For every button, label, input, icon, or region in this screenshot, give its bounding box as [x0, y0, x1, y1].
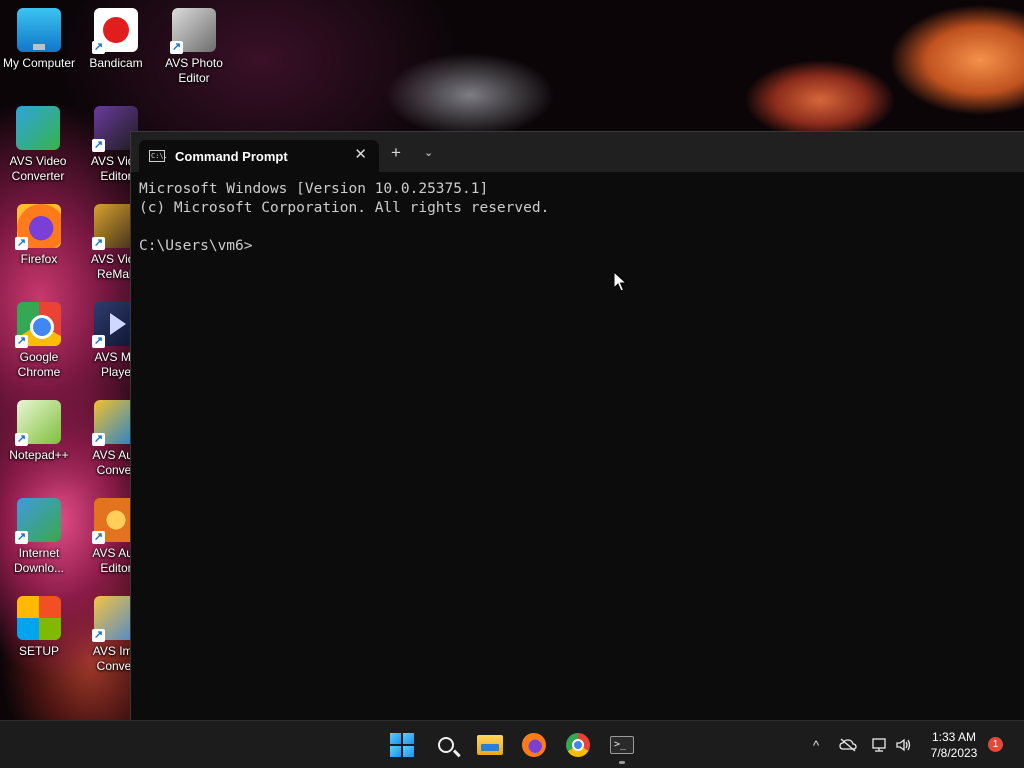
terminal-tab-bar[interactable]: C:\. Command Prompt ✕ + ⌄	[131, 132, 1024, 172]
avs-video-converter-icon	[16, 106, 60, 150]
desktop-icon-setup[interactable]: SETUP	[1, 596, 77, 659]
onedrive-status-button[interactable]	[838, 721, 858, 768]
search-icon	[438, 737, 454, 753]
taskbar: >_ ^ 1:33 AM 7/8/2023 1	[0, 720, 1024, 768]
volume-icon	[896, 738, 911, 752]
terminal-icon: >_	[610, 736, 634, 754]
terminal-window[interactable]: C:\. Command Prompt ✕ + ⌄ Microsoft Wind…	[130, 131, 1024, 720]
start-icon	[390, 733, 414, 757]
taskbar-firefox[interactable]	[518, 729, 550, 761]
cloud-offline-icon	[839, 738, 857, 752]
chevron-down-icon[interactable]: ⌄	[424, 145, 433, 161]
start-button[interactable]	[386, 729, 418, 761]
console-prompt[interactable]: C:\Users\vm6>	[139, 237, 1024, 256]
active-app-indicator	[619, 761, 625, 764]
shortcut-arrow-icon: ↗	[15, 335, 28, 348]
shortcut-arrow-icon: ↗	[92, 237, 105, 250]
network-icon	[872, 738, 886, 752]
close-tab-icon[interactable]: ✕	[354, 146, 367, 164]
clock-time: 1:33 AM	[931, 730, 977, 744]
mouse-cursor-icon	[613, 271, 627, 292]
internet-download-manager-icon: ↗	[15, 498, 61, 544]
shortcut-arrow-icon: ↗	[92, 433, 105, 446]
chrome-icon	[566, 733, 590, 757]
bandicam-icon: ↗	[92, 8, 138, 54]
shortcut-arrow-icon: ↗	[92, 139, 105, 152]
show-hidden-icons-button[interactable]: ^	[806, 721, 826, 768]
firefox-icon	[522, 733, 546, 757]
chrome-icon: ↗	[15, 302, 61, 348]
shortcut-arrow-icon: ↗	[92, 629, 105, 642]
taskbar-clock[interactable]: 1:33 AM 7/8/2023	[920, 729, 988, 761]
desktop-icon-internet-download-manager[interactable]: ↗ Internet Downlo...	[1, 498, 77, 576]
desktop-icon-google-chrome[interactable]: ↗ Google Chrome	[1, 302, 77, 380]
console-line: (c) Microsoft Corporation. All rights re…	[139, 200, 550, 216]
taskbar-chrome[interactable]	[562, 729, 594, 761]
console-output[interactable]: Microsoft Windows [Version 10.0.25375.1]…	[131, 172, 1024, 256]
desktop-icon-my-computer[interactable]: My Computer	[1, 8, 77, 71]
desktop-icon-bandicam[interactable]: ↗ Bandicam	[78, 8, 154, 71]
volume-button[interactable]	[894, 721, 914, 768]
shortcut-arrow-icon: ↗	[15, 433, 28, 446]
network-button[interactable]	[870, 721, 890, 768]
desktop-icon-notepad-plus-plus[interactable]: ↗ Notepad++	[1, 400, 77, 463]
desktop-icon-avs-video-converter[interactable]: AVS Video Converter	[0, 106, 76, 184]
chevron-up-icon: ^	[812, 737, 820, 753]
shortcut-arrow-icon: ↗	[92, 531, 105, 544]
taskbar-terminal[interactable]: >_	[606, 729, 638, 761]
search-button[interactable]	[430, 729, 462, 761]
new-tab-button[interactable]: +	[391, 144, 401, 162]
shortcut-arrow-icon: ↗	[170, 41, 183, 54]
firefox-icon: ↗	[15, 204, 61, 250]
desktop-icon-firefox[interactable]: ↗ Firefox	[1, 204, 77, 267]
command-prompt-icon: C:\.	[149, 150, 168, 162]
computer-icon	[17, 8, 61, 52]
clock-date: 7/8/2023	[930, 746, 978, 760]
console-line: Microsoft Windows [Version 10.0.25375.1]	[139, 181, 489, 197]
notepad-plus-plus-icon: ↗	[15, 400, 61, 446]
shortcut-arrow-icon: ↗	[15, 531, 28, 544]
taskbar-file-explorer[interactable]	[474, 729, 506, 761]
shortcut-arrow-icon: ↗	[92, 41, 105, 54]
setup-icon	[17, 596, 61, 640]
shortcut-arrow-icon: ↗	[15, 237, 28, 250]
tab-title: Command Prompt	[175, 148, 288, 164]
avs-photo-editor-icon: ↗	[170, 8, 216, 54]
notification-badge[interactable]: 1	[988, 737, 1003, 752]
file-explorer-icon	[477, 735, 503, 755]
tab-command-prompt[interactable]: C:\. Command Prompt ✕	[139, 140, 379, 172]
shortcut-arrow-icon: ↗	[92, 335, 105, 348]
desktop-icon-avs-photo-editor[interactable]: ↗ AVS Photo Editor	[156, 8, 232, 86]
